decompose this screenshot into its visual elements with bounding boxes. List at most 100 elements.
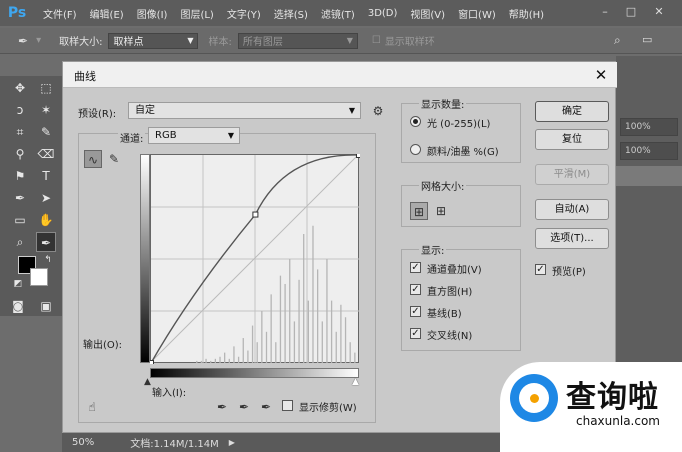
channel-select[interactable]: RGB ▼ [148, 127, 240, 144]
baseline-label: 基线(B) [427, 309, 462, 320]
close-window-icon[interactable]: ✕ [652, 5, 666, 19]
opacity-field[interactable]: 100% [620, 118, 678, 136]
pigment-radio[interactable] [410, 144, 421, 155]
type-tool-icon[interactable]: T [36, 166, 56, 186]
histogram-checkbox[interactable]: ✓ [410, 284, 421, 295]
zoom-level[interactable]: 50% [72, 437, 94, 448]
gray-eyedropper-icon[interactable]: ✒ [235, 398, 253, 416]
detailed-grid-icon[interactable]: ⊞ [432, 202, 450, 220]
menu-select[interactable]: 选择(S) [274, 6, 308, 21]
screen-mode-icon[interactable]: ▣ [36, 296, 56, 316]
show-amount-title: 显示数量: [419, 96, 467, 111]
eyedropper-tool-icon[interactable]: ✒ [18, 34, 28, 48]
show-clipping-checkbox[interactable] [282, 400, 293, 411]
dialog-title: 曲线 [74, 70, 96, 83]
sample-size-label: 取样大小: [59, 37, 103, 48]
light-radio-label: 光 (0-255)(L) [427, 119, 491, 130]
sample-size-select[interactable]: 取样点 ▼ [108, 32, 199, 49]
curve-graph[interactable] [150, 154, 360, 364]
intersection-checkbox[interactable]: ✓ [410, 328, 421, 339]
reset-button[interactable]: 复位 [535, 129, 609, 150]
menu-window[interactable]: 窗口(W) [458, 6, 496, 21]
sample-select[interactable]: 所有图层 ▼ [237, 32, 358, 49]
fill-field[interactable]: 100% [620, 142, 678, 160]
hand-tool-icon[interactable]: ✋ [36, 210, 56, 230]
maximize-icon[interactable]: □ [624, 5, 638, 19]
curve-edit-icon[interactable]: ∿ [84, 150, 102, 168]
black-eyedropper-icon[interactable]: ✒ [213, 398, 231, 416]
chevron-down-icon: ▼ [348, 106, 355, 115]
curve-point[interactable] [252, 211, 259, 218]
menu-image[interactable]: 图像(I) [137, 6, 168, 21]
channel-label: 通道: [118, 130, 146, 145]
lasso-tool-icon[interactable]: ↄ [10, 100, 30, 120]
options-button[interactable]: 选项(T)... [535, 228, 609, 249]
zoom-tool-icon[interactable]: ⌕ [10, 232, 30, 252]
magic-wand-tool-icon[interactable]: ✶ [36, 100, 56, 120]
input-label: 输入(I): [152, 388, 187, 399]
options-bar: ✒ ▾ 取样大小: 取样点 ▼ 样本: 所有图层 ▼ ☐ 显示取样环 ⌕ ▭ [0, 28, 682, 54]
show-clipping-label: 显示修剪(W) [299, 403, 357, 414]
menu-3d[interactable]: 3D(D) [368, 8, 398, 19]
preset-options-gear-icon[interactable]: ⚙ [369, 102, 387, 120]
watermark-text: 查询啦 [566, 380, 659, 415]
pigment-radio-label: 颜料/油墨 %(G) [427, 147, 499, 158]
brush-tool-icon[interactable]: ✎ [36, 122, 56, 142]
menu-view[interactable]: 视图(V) [410, 6, 445, 21]
stamp-tool-icon[interactable]: ⚲ [10, 144, 30, 164]
move-tool-icon[interactable]: ✥ [10, 78, 30, 98]
path-select-tool-icon[interactable]: ➤ [36, 188, 56, 208]
menu-help[interactable]: 帮助(H) [509, 6, 544, 21]
white-point-slider[interactable]: ▲ [352, 377, 359, 387]
quick-mask-icon[interactable]: ◙ [8, 296, 28, 316]
chevron-down-icon: ▼ [227, 131, 234, 140]
layer-row[interactable] [616, 166, 682, 186]
curve-point[interactable] [356, 154, 361, 158]
show-ring-checkbox[interactable]: ☐ [372, 35, 381, 46]
watermark: 查询啦 chaxunla.com [500, 362, 682, 452]
menu-layer[interactable]: 图层(L) [180, 6, 213, 21]
preset-select[interactable]: 自定 ▼ [128, 102, 361, 119]
workspace-icon[interactable]: ▭ [642, 33, 652, 46]
app-logo: Ps [7, 5, 27, 21]
histogram-label: 直方图(H) [427, 287, 473, 298]
eraser-tool-icon[interactable]: ⌫ [36, 144, 56, 164]
preset-label: 预设(R): [78, 109, 117, 120]
close-icon[interactable]: ✕ [591, 65, 611, 85]
input-gradient-bar [150, 368, 359, 378]
black-point-slider[interactable]: ▲ [144, 377, 151, 387]
dialog-title-bar: 曲线 ✕ [63, 62, 617, 88]
menu-file[interactable]: 文件(F) [43, 6, 77, 21]
ok-button[interactable]: 确定 [535, 101, 609, 122]
intersection-label: 交叉线(N) [427, 331, 473, 342]
curve-point[interactable] [150, 360, 154, 365]
search-icon[interactable]: ⌕ [614, 33, 621, 48]
pencil-draw-icon[interactable]: ✎ [105, 150, 123, 168]
auto-button[interactable]: 自动(A) [535, 199, 609, 220]
menu-filter[interactable]: 滤镜(T) [321, 6, 355, 21]
simple-grid-icon[interactable]: ⊞ [410, 202, 428, 220]
default-colors-icon[interactable]: ◩ [8, 274, 28, 294]
targeted-adjust-icon[interactable]: ☝ [83, 398, 101, 416]
channel-overlay-checkbox[interactable]: ✓ [410, 262, 421, 273]
minimize-icon[interactable]: – [598, 5, 612, 19]
light-radio[interactable] [410, 116, 421, 127]
pen-tool-icon[interactable]: ✒ [10, 188, 30, 208]
white-eyedropper-icon[interactable]: ✒ [257, 398, 275, 416]
status-arrow-icon[interactable]: ▶ [229, 438, 235, 447]
swap-colors-icon[interactable]: ↰ [38, 250, 58, 270]
preview-checkbox[interactable]: ✓ [535, 264, 546, 275]
sample-size-value: 取样点 [113, 37, 144, 48]
smooth-button[interactable]: 平滑(M) [535, 164, 609, 185]
dodge-tool-icon[interactable]: ⚑ [10, 166, 30, 186]
crop-tool-icon[interactable]: ⌗ [10, 122, 30, 142]
baseline-checkbox[interactable]: ✓ [410, 306, 421, 317]
menu-bar: Ps 文件(F) 编辑(E) 图像(I) 图层(L) 文字(Y) 选择(S) 滤… [0, 0, 682, 26]
menu-type[interactable]: 文字(Y) [227, 6, 261, 21]
menu-edit[interactable]: 编辑(E) [90, 6, 124, 21]
tool-preset-arrow-icon[interactable]: ▾ [36, 35, 41, 46]
eyedropper-tool-active-icon[interactable]: ✒ [36, 232, 56, 252]
marquee-tool-icon[interactable]: ⬚ [36, 78, 56, 98]
background-color-swatch[interactable] [30, 268, 48, 286]
rectangle-tool-icon[interactable]: ▭ [10, 210, 30, 230]
